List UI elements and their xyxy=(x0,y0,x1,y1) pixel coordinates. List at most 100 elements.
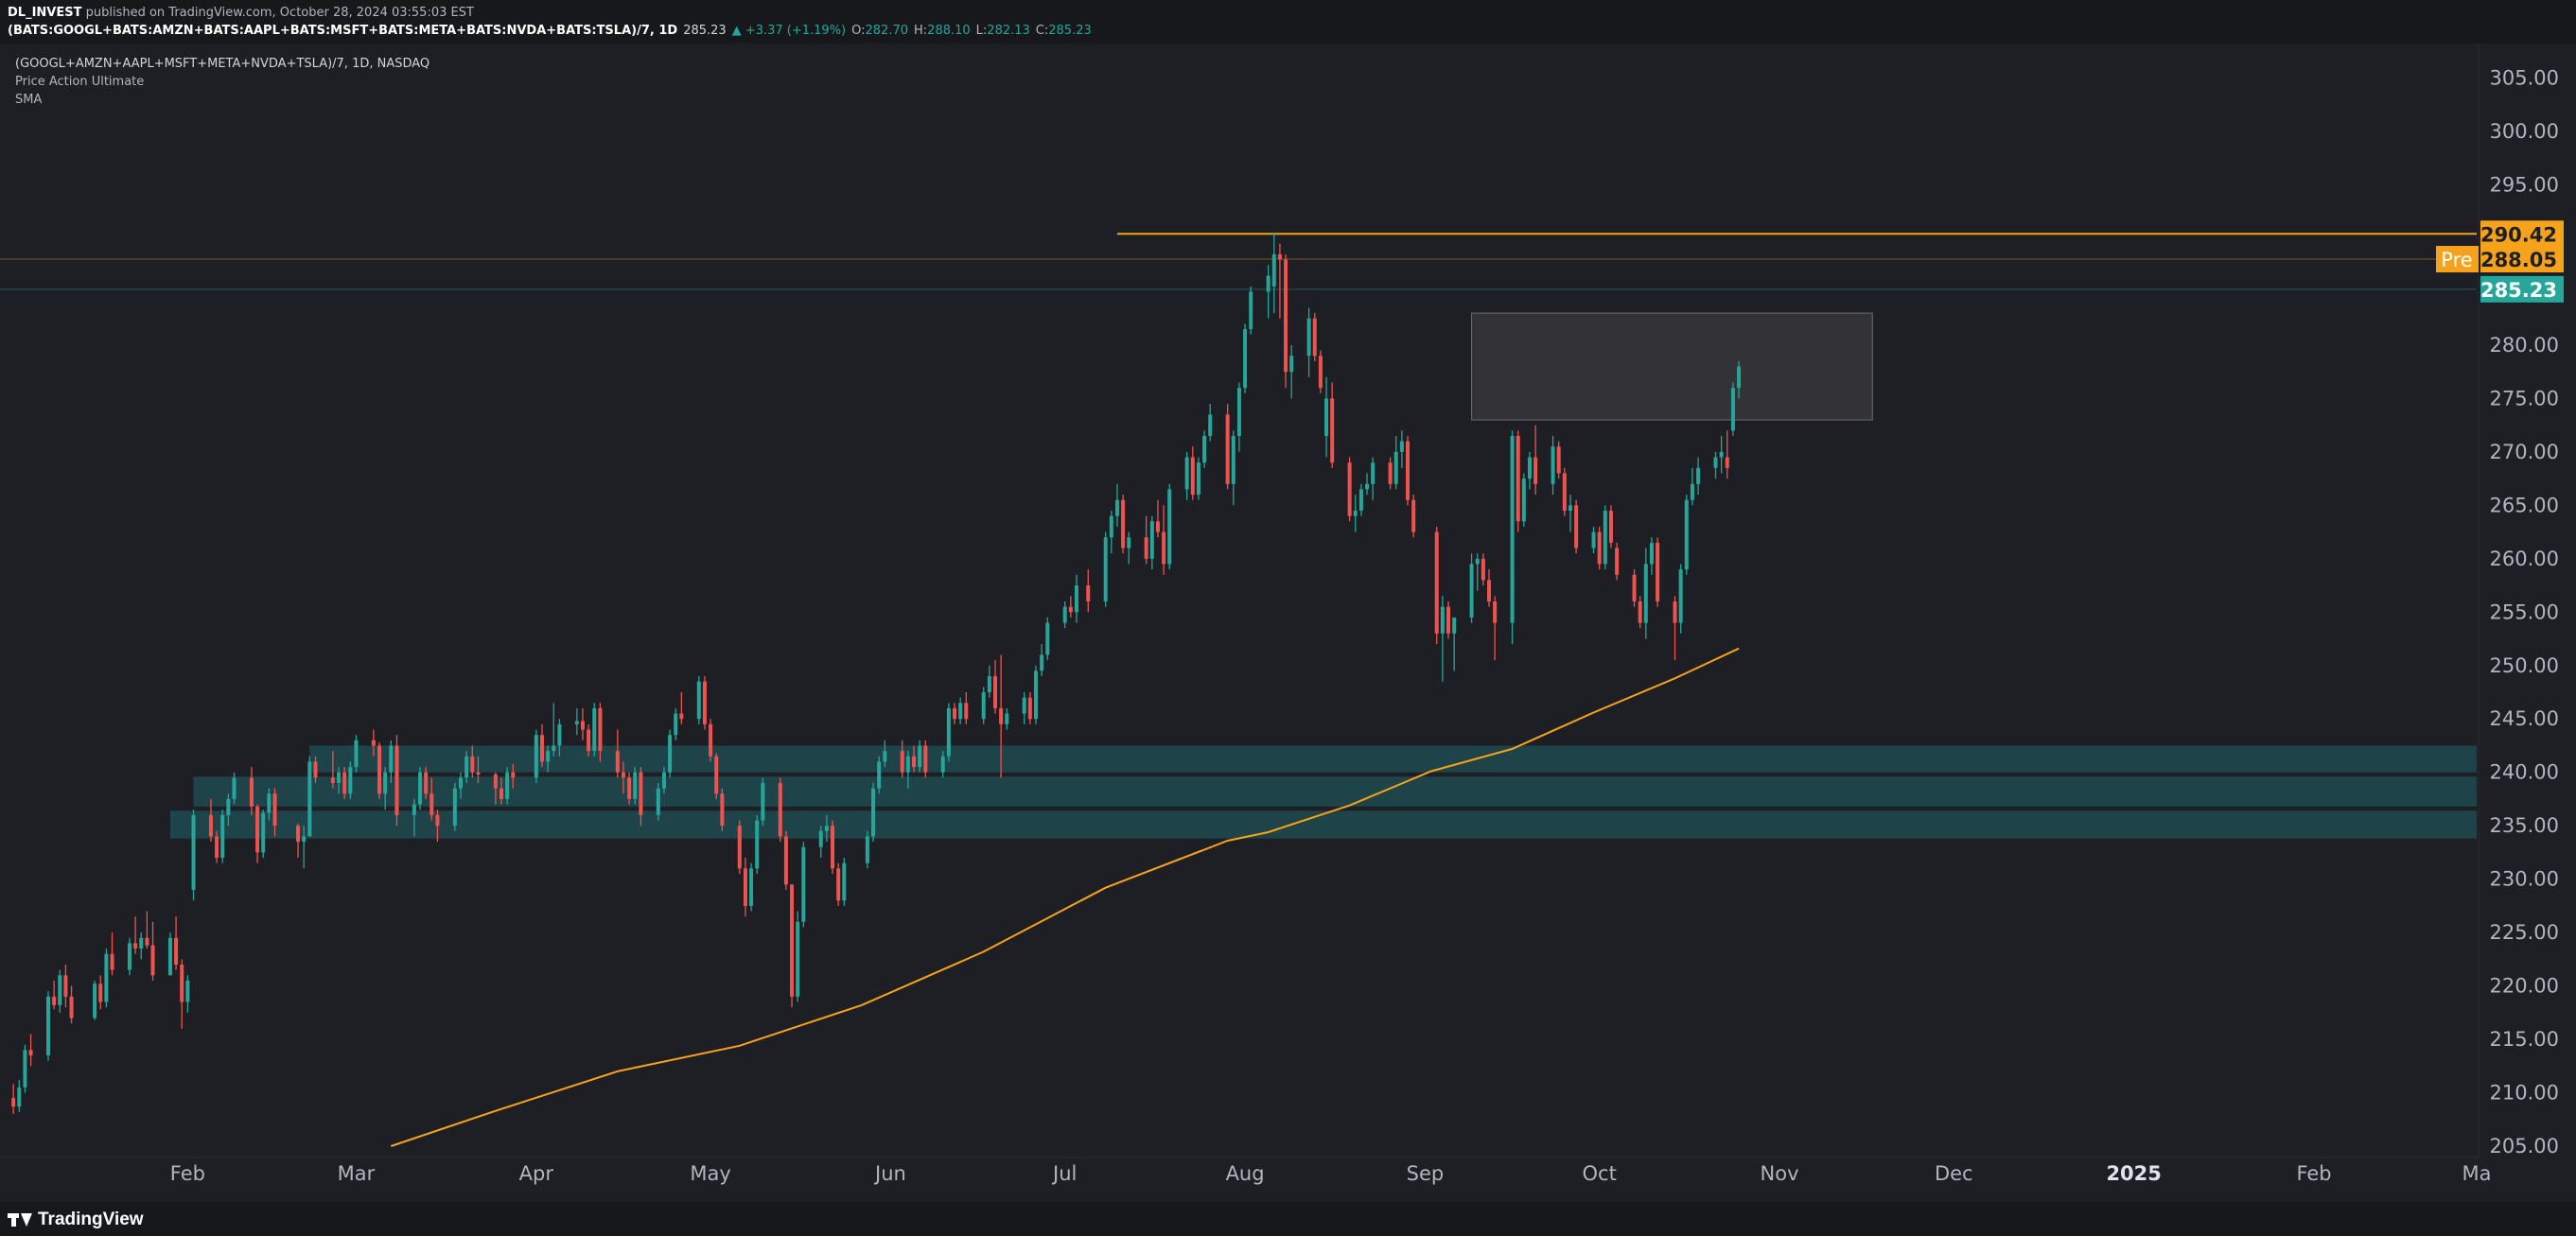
y-axis-tick-label: 230.00 xyxy=(2490,868,2559,891)
candle-body xyxy=(824,826,829,831)
y-axis-tick-label: 210.00 xyxy=(2490,1082,2559,1105)
brand-name: TradingView xyxy=(38,1210,144,1229)
candle-body xyxy=(1062,606,1067,623)
candle-body xyxy=(167,937,172,976)
candle-body xyxy=(1155,521,1160,532)
candle-body xyxy=(755,820,760,869)
candle-body xyxy=(546,751,551,762)
candle-body xyxy=(1406,441,1411,500)
candle-body xyxy=(1312,318,1317,357)
y-axis-tick-label: 220.00 xyxy=(2490,975,2559,998)
candle-body xyxy=(1393,451,1398,484)
candle-body xyxy=(1190,457,1195,496)
candle-body xyxy=(174,937,179,965)
candle-body xyxy=(1040,654,1044,671)
candle-body xyxy=(1440,606,1445,634)
candle-body xyxy=(139,937,144,949)
candle-body xyxy=(1271,253,1276,287)
candle-body xyxy=(1615,548,1620,575)
candle-body xyxy=(557,723,562,746)
candle-body xyxy=(17,1087,22,1107)
candle-body xyxy=(1725,457,1729,468)
candle-body xyxy=(1005,713,1009,724)
candle-body xyxy=(104,953,109,1002)
legend-indicator-sma[interactable]: SMA xyxy=(15,91,429,109)
candle-body xyxy=(1603,511,1607,565)
y-axis-tick-label: 270.00 xyxy=(2490,441,2559,463)
candle-body xyxy=(1730,388,1735,431)
x-axis-tick-label: Feb xyxy=(2296,1162,2331,1185)
candle-body xyxy=(1045,622,1050,655)
legend-indicator-price-action[interactable]: Price Action Ultimate xyxy=(15,73,429,91)
candle-body xyxy=(226,798,231,815)
candle-body xyxy=(1597,531,1602,565)
y-axis-tick-label: 205.00 xyxy=(2490,1135,2559,1158)
candle-body xyxy=(587,729,591,752)
candle-body xyxy=(905,756,910,773)
x-axis-tick-label: Nov xyxy=(1761,1162,1799,1185)
x-axis-tick-label: Jul xyxy=(1051,1162,1077,1185)
candle-body xyxy=(1347,462,1352,516)
candle-body xyxy=(1109,515,1113,538)
candle-body xyxy=(261,812,266,853)
price-label-last: 285.23 xyxy=(2480,279,2557,302)
candle-body xyxy=(709,723,713,757)
candle-body xyxy=(1469,564,1474,618)
candle-body xyxy=(1510,435,1515,623)
candle-body xyxy=(1411,499,1416,532)
candle-body xyxy=(1696,467,1701,484)
candle-body xyxy=(900,751,904,773)
candle-body xyxy=(743,868,747,906)
y-axis-tick-label: 265.00 xyxy=(2490,494,2559,516)
candle-body xyxy=(1144,537,1148,559)
candle-body xyxy=(1121,499,1126,548)
candle-body xyxy=(1487,580,1491,601)
candle-body xyxy=(668,735,673,773)
candle-body xyxy=(871,788,876,837)
candle-body xyxy=(696,681,701,720)
candle-body xyxy=(302,836,307,843)
candle-body xyxy=(1266,275,1270,292)
candle-body xyxy=(1225,414,1230,484)
x-axis-tick-label: Ma xyxy=(2462,1162,2492,1185)
candle-body xyxy=(674,713,678,736)
y-axis-tick-label: 275.00 xyxy=(2490,387,2559,409)
candle-body xyxy=(1103,537,1108,601)
candle-body xyxy=(993,676,997,708)
tradingview-logo[interactable]: TradingView xyxy=(8,1210,144,1230)
candle-body xyxy=(1684,499,1689,570)
candle-body xyxy=(11,1098,16,1107)
candle-body xyxy=(1236,388,1241,436)
x-axis-tick-label: 2025 xyxy=(2106,1162,2161,1185)
x-axis-tick-label: Feb xyxy=(170,1162,205,1185)
candle-body xyxy=(435,814,440,827)
candle-body xyxy=(52,996,57,1005)
candle-body xyxy=(1027,697,1032,720)
candle-body xyxy=(1643,564,1648,623)
candle-body xyxy=(580,721,585,730)
price-chart[interactable]: 305.00300.00295.00290.00285.00280.00275.… xyxy=(0,0,2576,1202)
candle-body xyxy=(267,793,272,813)
candle-body xyxy=(1289,356,1294,373)
candle-body xyxy=(1656,542,1660,601)
candle-body xyxy=(452,788,457,827)
candle-body xyxy=(1167,489,1172,565)
candle-body xyxy=(1365,483,1370,490)
candle-body xyxy=(1324,398,1329,436)
candle-body xyxy=(1568,505,1572,511)
candle-body xyxy=(1399,441,1404,452)
candle-body xyxy=(1022,697,1026,714)
legend-symbol[interactable]: (GOOGL+AMZN+AAPL+MSFT+META+NVDA+TSLA)/7,… xyxy=(15,55,429,73)
y-axis-tick-label: 260.00 xyxy=(2490,548,2559,570)
x-axis-tick-label: Mar xyxy=(338,1162,376,1185)
candle-body xyxy=(1318,356,1323,389)
candle-body xyxy=(110,953,114,970)
candle-body xyxy=(737,826,742,869)
y-axis-tick-label: 235.00 xyxy=(2490,814,2559,837)
y-axis-tick-label: 280.00 xyxy=(2490,334,2559,357)
candle-body xyxy=(476,772,481,775)
candle-body xyxy=(1149,521,1154,559)
candle-body xyxy=(1493,601,1498,623)
candle-body xyxy=(1475,558,1480,565)
candle-body xyxy=(330,777,335,783)
